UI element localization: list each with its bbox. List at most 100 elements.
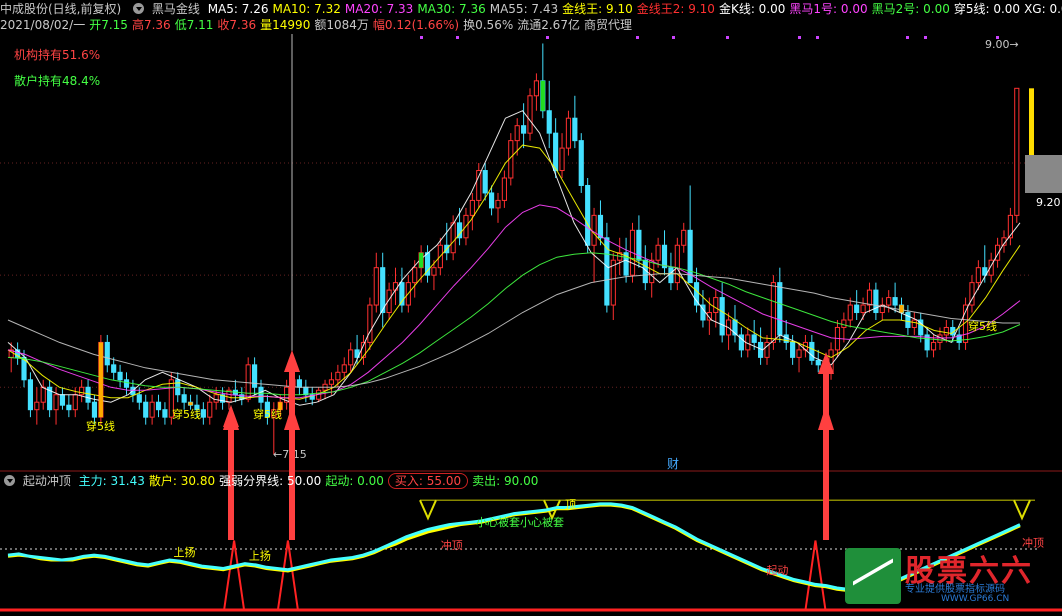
candle-body — [450, 222, 456, 254]
price-box — [1025, 155, 1062, 193]
candle-body — [886, 297, 892, 306]
candle-body — [719, 297, 725, 336]
candle-body — [770, 282, 776, 343]
candle-body — [661, 244, 668, 269]
signal-dot — [672, 36, 675, 39]
candle-body — [674, 244, 680, 284]
gold-candle — [188, 402, 193, 406]
candle-body — [559, 147, 565, 172]
signal-dot — [420, 36, 423, 39]
cross5-label: 穿5线 — [253, 407, 282, 421]
candle-body — [866, 289, 873, 306]
watermark: 股票六六 专业提供股票指标源码 WWW.GP66.CN — [845, 548, 1055, 608]
candle-body — [943, 326, 949, 336]
sub-header: 起动冲顶 主力: 31.43 散户: 30.80 强弱分界线: 50.00 起动: 0… — [0, 472, 546, 490]
signal-dot — [906, 36, 909, 39]
candle-body — [693, 282, 700, 306]
sub-value-3: 起动: 0.00 — [325, 474, 384, 488]
sub-value-1: 散户: 30.80 — [148, 474, 216, 488]
sub-values: 主力: 31.43 散户: 30.80 强弱分界线: 50.00 起动: 0.00 买入… — [78, 473, 543, 489]
candle-body — [815, 359, 821, 366]
signal-dot — [726, 36, 729, 39]
candle-body — [975, 267, 981, 284]
candle-body — [777, 282, 783, 336]
candle-body — [373, 267, 379, 306]
chongding-label: 冲顶 — [441, 538, 463, 552]
qidong-label: 起动 — [766, 564, 788, 577]
candle-body — [53, 394, 59, 411]
candle-body — [328, 379, 335, 385]
sub-value-2: 强弱分界线: 50.00 — [219, 474, 322, 488]
candle-body — [1014, 87, 1020, 216]
v-mark — [419, 499, 437, 521]
buy-spike — [276, 540, 299, 611]
candle-body — [476, 170, 482, 201]
candle-body — [91, 401, 98, 418]
cross5-label: 穿5线 — [968, 319, 997, 333]
chevron-down-icon[interactable] — [4, 475, 15, 486]
candle-body — [796, 349, 802, 358]
candle-body — [501, 177, 507, 201]
candle-body — [380, 267, 386, 314]
candle-body — [854, 304, 860, 314]
candle-body — [514, 125, 520, 142]
sub-indicator-name[interactable]: 起动冲顶 — [23, 474, 71, 488]
sub-value-0: 主力: 31.43 — [78, 474, 145, 488]
top-label: 顶 — [565, 498, 576, 511]
signal-dot — [456, 36, 459, 39]
buy-arrow — [284, 350, 300, 540]
stock-chart-window: 中成股份(日线,前复权) 黑马金线 MA5: 7.26 MA10: 7.32 MA2… — [0, 0, 1062, 616]
candle-body — [335, 371, 341, 381]
candle-body — [111, 364, 117, 373]
candle-body — [123, 379, 130, 388]
candle-body — [392, 282, 399, 291]
candle-body — [79, 386, 85, 396]
high-price-label: 9.00→ — [985, 38, 1019, 51]
candle-body — [412, 267, 418, 284]
candle-body — [681, 229, 687, 246]
buy-spike — [223, 540, 246, 611]
candle-body — [85, 386, 91, 403]
candlestick-chart: 穿5线穿5线穿5线穿5线←7.159.00→9.20财上扬上扬冲顶冲顶小心被套小… — [0, 34, 1062, 612]
candle-body — [34, 401, 40, 411]
candle-body — [469, 199, 475, 216]
candle-body — [348, 349, 354, 366]
candle-body — [911, 319, 917, 328]
candle-body — [533, 80, 539, 97]
green-candle — [419, 252, 424, 268]
candle-body — [181, 394, 187, 403]
candle-body — [809, 341, 815, 361]
last-price-label: 9.20 — [1036, 196, 1061, 209]
buy-arrow — [818, 352, 834, 540]
candle-body — [597, 214, 604, 239]
sub-value-5: 卖出: 90.00 — [472, 474, 539, 488]
candle-body — [790, 341, 796, 358]
sub-value-4: 买入: 55.00 — [387, 473, 469, 489]
gold-candle — [899, 305, 904, 313]
candle-body — [905, 312, 911, 328]
candle-body — [367, 304, 373, 343]
signal-dot — [798, 36, 801, 39]
candle-body — [117, 371, 123, 381]
finance-marker: 财 — [667, 457, 679, 471]
candle-body — [1007, 214, 1013, 239]
candle-body — [162, 409, 168, 418]
candle-body — [149, 401, 155, 418]
candle-body — [841, 319, 847, 328]
shangyang-label: 上扬 — [249, 549, 271, 563]
cross5-label: 穿5线 — [86, 419, 115, 433]
candle-body — [59, 394, 66, 406]
candle-body — [713, 297, 719, 314]
watermark-slogan: 专业提供股票指标源码 — [905, 584, 1005, 595]
candle-body — [482, 170, 488, 194]
candle-body — [213, 394, 219, 403]
candle-body — [66, 404, 72, 411]
candle-body — [937, 334, 943, 343]
signal-dot — [546, 36, 549, 39]
candle-body — [200, 409, 206, 418]
v-mark — [1013, 499, 1031, 521]
candle-body — [207, 401, 213, 418]
candle-body — [104, 341, 110, 366]
green-candle — [540, 80, 545, 111]
candle-body — [431, 267, 437, 276]
